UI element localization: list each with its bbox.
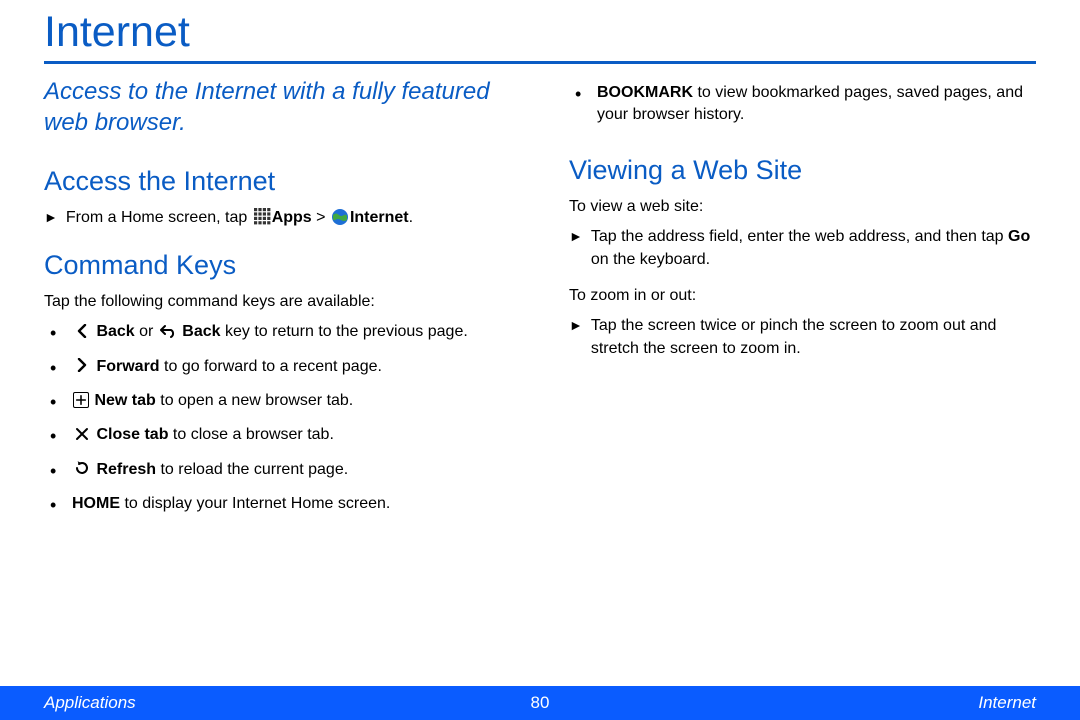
command-intro: Tap the following command keys are avail… xyxy=(44,291,511,313)
apps-label: Apps xyxy=(272,209,312,226)
footer-right: Internet xyxy=(978,693,1036,713)
step-marker-icon: ► xyxy=(569,315,583,336)
back-label: Back xyxy=(96,323,134,340)
list-item: Forward to go forward to a recent page. xyxy=(44,356,511,378)
text-fragment: or xyxy=(135,323,158,340)
footer-left: Applications xyxy=(44,693,136,713)
title-divider xyxy=(44,61,1036,64)
home-label: HOME xyxy=(72,495,120,512)
intro-text: Access to the Internet with a fully feat… xyxy=(44,76,511,138)
right-column: BOOKMARK to view bookmarked pages, saved… xyxy=(569,76,1036,528)
forward-label: Forward xyxy=(96,358,159,375)
zoom-intro: To zoom in or out: xyxy=(569,285,1036,307)
access-heading: Access the Internet xyxy=(44,166,511,197)
zoom-step: ► Tap the screen twice or pinch the scre… xyxy=(569,315,1036,360)
new-tab-icon xyxy=(73,392,89,408)
list-item: Back or Back key to return to the previo… xyxy=(44,321,511,343)
bookmark-list: BOOKMARK to view bookmarked pages, saved… xyxy=(569,82,1036,127)
text-fragment: to display your Internet Home screen. xyxy=(120,495,390,512)
close-tab-icon xyxy=(73,425,91,443)
forward-chevron-icon xyxy=(73,356,91,374)
go-label: Go xyxy=(1008,228,1030,245)
command-keys-heading: Command Keys xyxy=(44,250,511,281)
list-item: BOOKMARK to view bookmarked pages, saved… xyxy=(569,82,1036,127)
step-marker-icon: ► xyxy=(569,226,583,247)
text-fragment: key to return to the previous page. xyxy=(221,323,468,340)
view-step: ► Tap the address field, enter the web a… xyxy=(569,226,1036,271)
access-step-text: From a Home screen, tap Apps > xyxy=(66,207,413,229)
left-column: Access to the Internet with a fully feat… xyxy=(44,76,511,528)
view-step-text: Tap the address field, enter the web add… xyxy=(591,226,1036,271)
text-fragment: Tap the address field, enter the web add… xyxy=(591,228,1008,245)
text-fragment: From a Home screen, tap xyxy=(66,209,252,226)
list-item: HOME to display your Internet Home scree… xyxy=(44,493,511,515)
content-columns: Access to the Internet with a fully feat… xyxy=(44,76,1036,528)
command-keys-list: Back or Back key to return to the previo… xyxy=(44,321,511,515)
back-return-icon xyxy=(159,322,177,340)
text-fragment: to close a browser tab. xyxy=(168,426,333,443)
apps-grid-icon xyxy=(253,208,271,226)
text-fragment: > xyxy=(312,209,330,226)
text-fragment: to open a new browser tab. xyxy=(156,392,353,409)
access-step: ► From a Home screen, tap Apps > xyxy=(44,207,511,229)
bookmark-label: BOOKMARK xyxy=(597,84,693,101)
page-footer: Applications 80 Internet xyxy=(0,686,1080,720)
list-item: Close tab to close a browser tab. xyxy=(44,424,511,446)
text-fragment: to go forward to a recent page. xyxy=(160,358,382,375)
back-chevron-icon xyxy=(73,322,91,340)
refresh-label: Refresh xyxy=(96,461,156,478)
text-fragment: on the keyboard. xyxy=(591,251,710,268)
internet-label: Internet xyxy=(350,209,409,226)
globe-icon xyxy=(331,208,349,226)
text-fragment: to reload the current page. xyxy=(156,461,348,478)
page-title: Internet xyxy=(44,0,1036,61)
zoom-step-text: Tap the screen twice or pinch the screen… xyxy=(591,315,1036,360)
refresh-icon xyxy=(73,459,91,477)
back-label: Back xyxy=(182,323,220,340)
list-item: New tab to open a new browser tab. xyxy=(44,390,511,412)
list-item: Refresh to reload the current page. xyxy=(44,459,511,481)
page-number: 80 xyxy=(531,693,550,713)
view-intro: To view a web site: xyxy=(569,196,1036,218)
close-tab-label: Close tab xyxy=(96,426,168,443)
new-tab-label: New tab xyxy=(94,392,155,409)
viewing-heading: Viewing a Web Site xyxy=(569,155,1036,186)
step-marker-icon: ► xyxy=(44,207,58,228)
